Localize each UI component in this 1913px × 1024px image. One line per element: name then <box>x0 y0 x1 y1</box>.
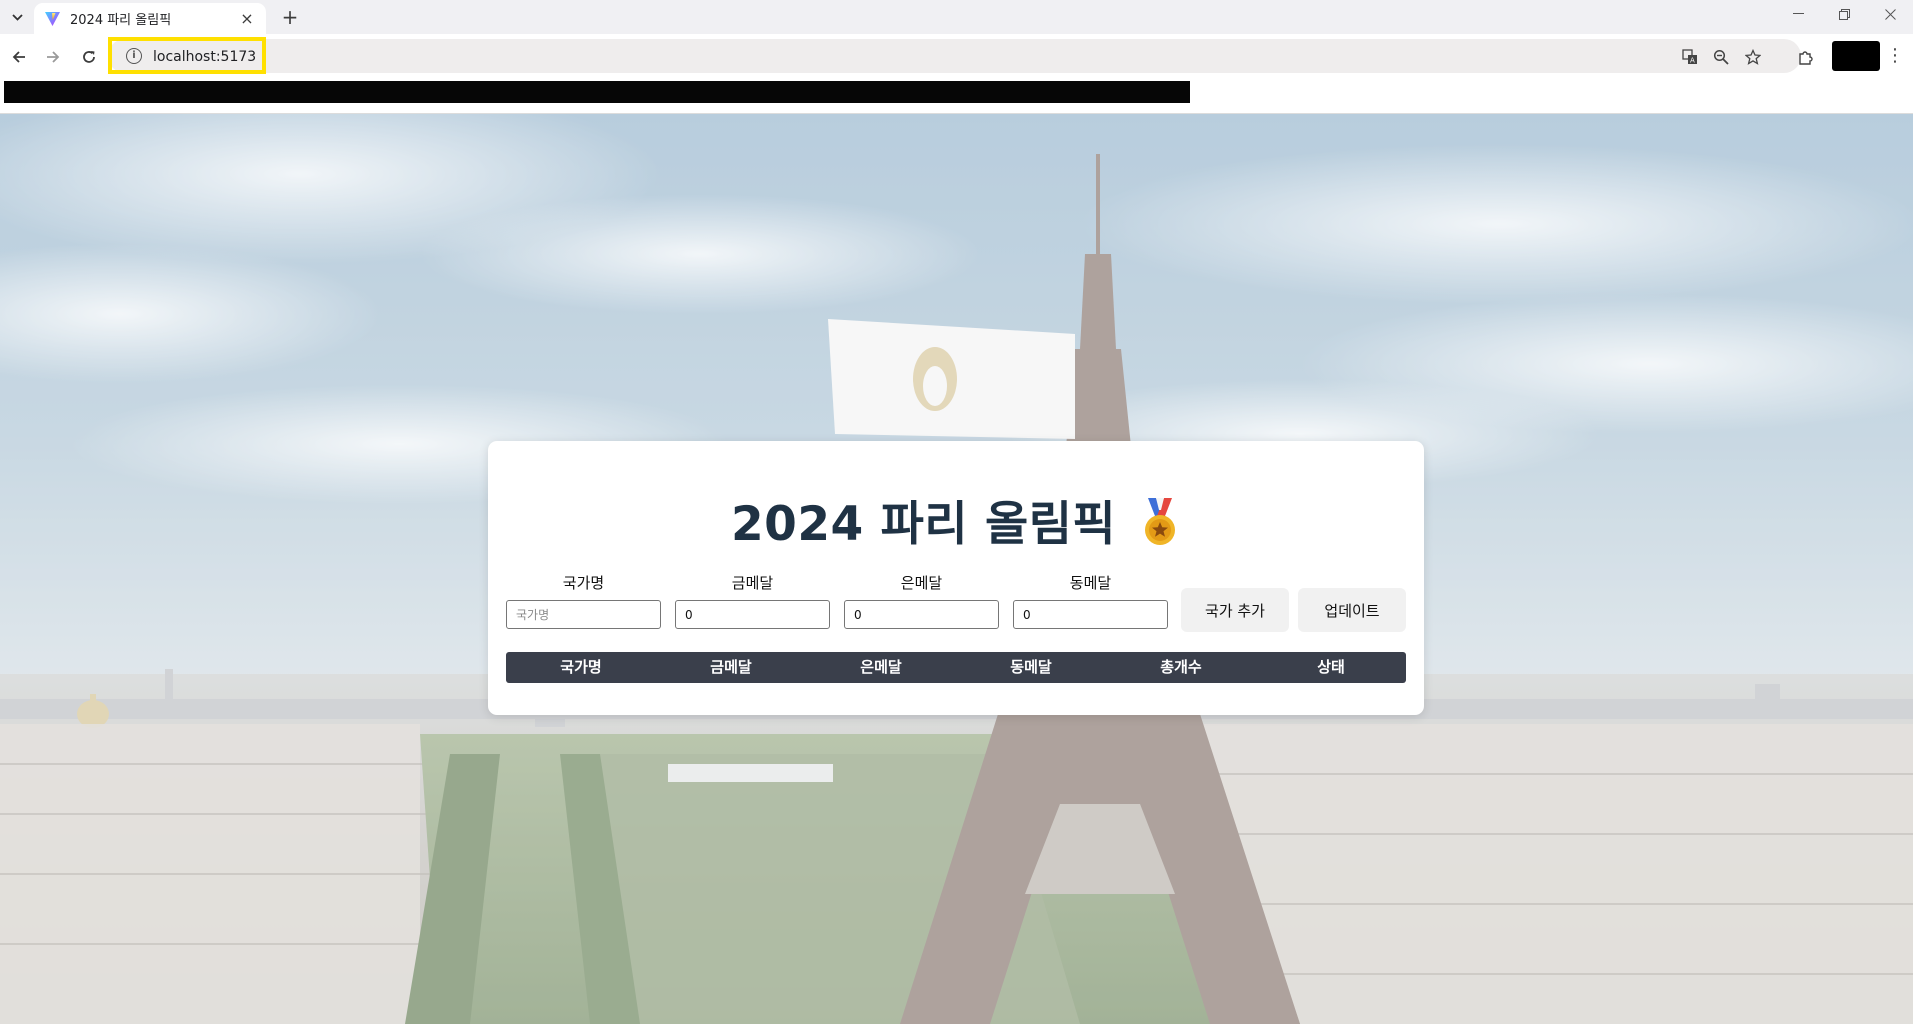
title-text: 2024 파리 올림픽 <box>730 497 1117 552</box>
tab-title: 2024 파리 올림픽 <box>70 13 172 28</box>
forward-arrow-icon[interactable] <box>39 43 67 71</box>
medal-table-header: 국가명 금메달 은메달 동메달 총개수 상태 <box>506 652 1406 683</box>
page-viewport: 2024 파리 올림픽 국가명 금메달 은메달 동메달 국가 추가 업데이트 국… <box>0 114 1913 1024</box>
url-highlight-box <box>108 37 266 74</box>
update-button[interactable]: 업데이트 <box>1298 588 1406 632</box>
svg-text:A: A <box>1690 57 1695 65</box>
minimize-icon[interactable] <box>1775 0 1821 28</box>
add-country-button[interactable]: 국가 추가 <box>1181 588 1289 632</box>
menu-dots-icon[interactable]: ⋮ <box>1886 44 1904 68</box>
header-status: 상태 <box>1317 658 1345 676</box>
page-title: 2024 파리 올림픽 <box>488 485 1424 554</box>
extensions-icon[interactable] <box>1795 47 1815 67</box>
new-tab-button[interactable]: + <box>278 5 302 29</box>
browser-tab[interactable]: 2024 파리 올림픽 × <box>34 3 266 34</box>
country-name-input[interactable] <box>506 600 661 629</box>
medal-tracker-card: 2024 파리 올림픽 국가명 금메달 은메달 동메달 국가 추가 업데이트 국… <box>488 441 1424 715</box>
header-bronze: 동메달 <box>1010 658 1052 676</box>
back-arrow-icon[interactable] <box>5 43 33 71</box>
chevron-down-icon[interactable] <box>4 4 30 30</box>
close-tab-icon[interactable]: × <box>238 9 256 28</box>
zoom-icon[interactable] <box>1711 47 1731 67</box>
bronze-medal-input[interactable] <box>1013 600 1168 629</box>
window-close-icon[interactable] <box>1867 0 1913 28</box>
medal-icon <box>1145 498 1176 545</box>
profile-avatar[interactable] <box>1832 41 1880 71</box>
tab-strip: 2024 파리 올림픽 × + <box>0 0 1913 34</box>
silver-medal-label: 은메달 <box>900 574 943 592</box>
bookmark-star-icon[interactable] <box>1743 47 1763 67</box>
translate-icon[interactable]: A <box>1680 47 1700 67</box>
address-bar[interactable] <box>108 39 1801 73</box>
gold-medal-label: 금메달 <box>731 574 774 592</box>
restore-icon[interactable] <box>1821 0 1867 28</box>
reload-icon[interactable] <box>75 43 103 71</box>
bookmarks-bar <box>0 79 1913 114</box>
header-country: 국가명 <box>560 658 602 676</box>
redacted-bookmarks <box>4 81 1190 103</box>
browser-toolbar: i localhost:5173 A ⋮ <box>0 34 1913 79</box>
bronze-medal-label: 동메달 <box>1069 574 1112 592</box>
gold-medal-input[interactable] <box>675 600 830 629</box>
silver-medal-input[interactable] <box>844 600 999 629</box>
window-controls <box>1775 0 1913 30</box>
vite-favicon-icon <box>45 12 60 26</box>
header-total: 총개수 <box>1160 658 1202 676</box>
header-gold: 금메달 <box>710 658 752 676</box>
country-name-label: 국가명 <box>562 574 605 592</box>
header-silver: 은메달 <box>860 658 902 676</box>
